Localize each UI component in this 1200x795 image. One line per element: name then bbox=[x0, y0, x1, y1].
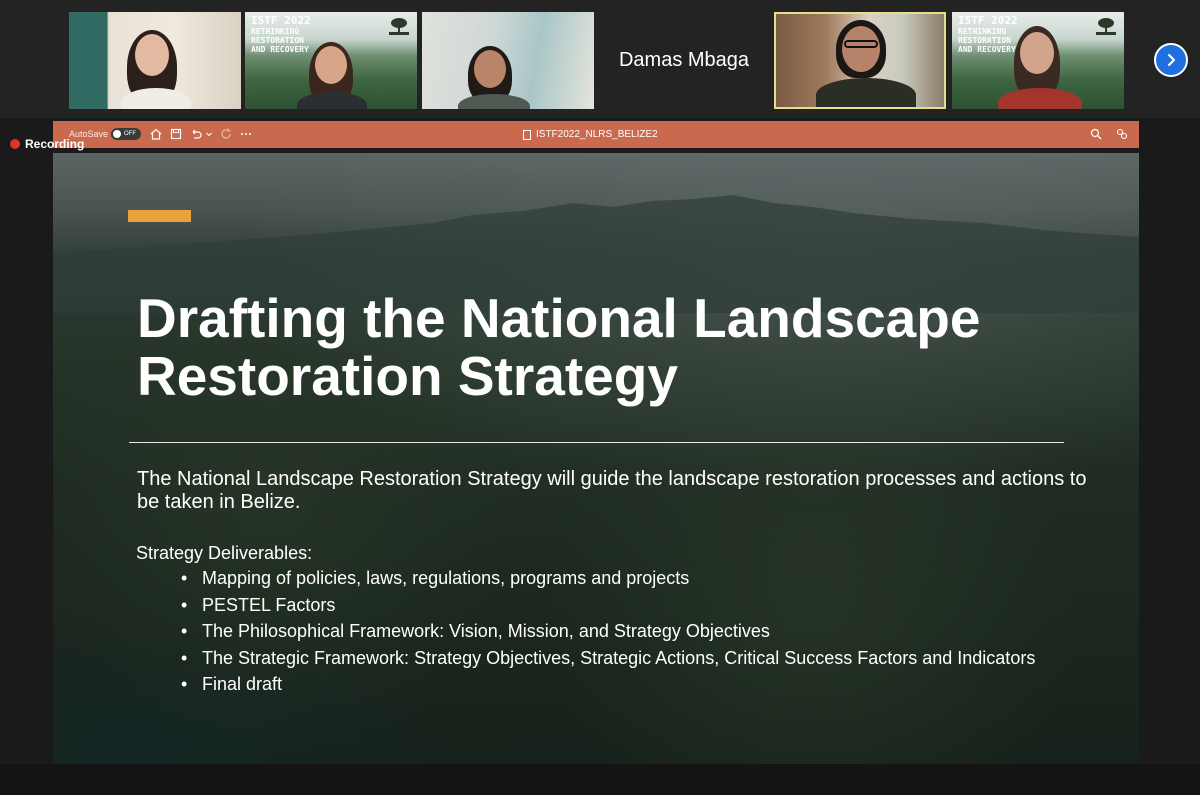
more-icon[interactable] bbox=[239, 127, 253, 141]
participant-avatar bbox=[121, 26, 201, 109]
list-item: • PESTEL Factors bbox=[181, 594, 336, 615]
search-icon[interactable] bbox=[1089, 127, 1103, 141]
powerpoint-toolbar: AutoSave OFF ISTF2022_NLRS_BELIZE2 bbox=[53, 121, 1139, 148]
list-item: • Mapping of policies, laws, regulations,… bbox=[181, 568, 690, 588]
participant-video-6[interactable]: ISTF 2022 RETHINKING RESTORATION AND REC… bbox=[952, 12, 1124, 109]
participant-strip: ISTF 2022 RETHINKING RESTORATION AND REC… bbox=[0, 0, 1200, 118]
slide-accent-bar bbox=[128, 210, 191, 222]
participant-avatar bbox=[998, 26, 1088, 109]
participant-avatar bbox=[295, 42, 375, 109]
recording-indicator[interactable]: Recording bbox=[10, 137, 84, 151]
share-icon[interactable] bbox=[1115, 127, 1129, 141]
undo-icon[interactable] bbox=[189, 127, 203, 141]
chevron-right-icon bbox=[1167, 53, 1176, 67]
participant-video-active-speaker[interactable] bbox=[774, 12, 946, 109]
redo-icon[interactable] bbox=[219, 127, 233, 141]
slide-title: Drafting the National Landscape Restorat… bbox=[137, 287, 981, 407]
istf-logo-icon bbox=[1096, 18, 1116, 35]
list-item: • Final draft bbox=[181, 674, 283, 694]
participant-avatar bbox=[458, 46, 540, 109]
file-icon bbox=[523, 129, 531, 140]
participant-name: Damas Mbaga bbox=[618, 49, 750, 71]
recording-dot-icon bbox=[10, 139, 20, 149]
istf-logo-icon bbox=[389, 18, 409, 35]
participant-name-tile[interactable]: Damas Mbaga bbox=[598, 12, 770, 109]
deliverables-list: • Mapping of policies, laws, regulations,… bbox=[181, 569, 1041, 702]
meeting-bottom-area bbox=[0, 764, 1200, 795]
save-icon[interactable] bbox=[169, 127, 183, 141]
participant-video-2[interactable]: ISTF 2022 RETHINKING RESTORATION AND REC… bbox=[245, 12, 417, 109]
next-participants-button[interactable] bbox=[1154, 43, 1188, 77]
participant-video-1[interactable] bbox=[69, 12, 241, 109]
list-item: • The Strategic Framework: Strategy Objec… bbox=[181, 647, 1036, 668]
document-title-text: ISTF2022_NLRS_BELIZE2 bbox=[536, 129, 658, 140]
list-item: • The Philosophical Framework: Vision, Mi… bbox=[181, 621, 770, 641]
deliverables-heading: Strategy Deliverables: bbox=[136, 543, 313, 563]
document-title[interactable]: ISTF2022_NLRS_BELIZE2 bbox=[523, 129, 658, 140]
participant-avatar bbox=[816, 20, 926, 107]
autosave-toggle-label: OFF bbox=[124, 131, 136, 137]
presentation-slide: Drafting the National Landscape Restorat… bbox=[53, 153, 1139, 764]
chevron-down-icon[interactable] bbox=[205, 127, 213, 141]
title-divider bbox=[129, 442, 1064, 443]
home-icon[interactable] bbox=[149, 127, 163, 141]
participant-video-3[interactable] bbox=[422, 12, 594, 109]
slide-intro-text: The National Landscape Restoration Strat… bbox=[137, 468, 1087, 513]
recording-label: Recording bbox=[25, 137, 85, 151]
autosave-toggle[interactable]: OFF bbox=[111, 128, 141, 140]
